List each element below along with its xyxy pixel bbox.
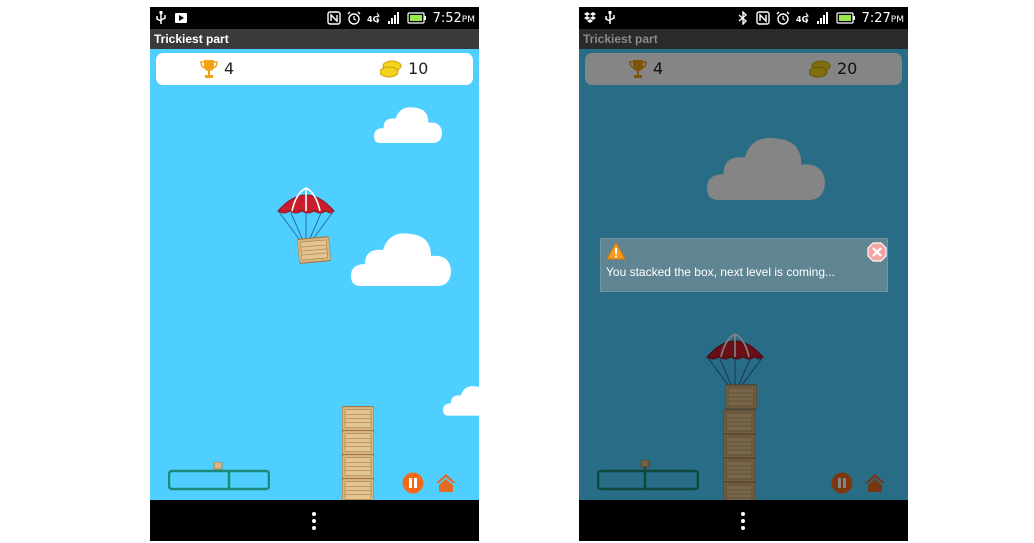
phone-screen-1: 4G 7:52PM Trickiest part 4 10	[150, 7, 479, 541]
score-value: 4	[224, 59, 235, 78]
status-clock: 7:52PM	[432, 10, 475, 26]
nav-bar	[150, 500, 479, 541]
stacked-crate	[342, 478, 374, 500]
coins-value: 10	[408, 59, 429, 78]
game-playfield[interactable]: 4 20 You stacked the box, next level is …	[579, 49, 908, 500]
dialog-message: You stacked the box, next level is comin…	[606, 265, 836, 279]
progress-slider[interactable]	[168, 462, 270, 492]
battery-icon	[406, 12, 426, 24]
nfc-icon	[755, 11, 770, 25]
home-icon[interactable]	[434, 472, 458, 494]
nfc-icon	[326, 11, 341, 25]
hud-bar: 4 10	[156, 53, 473, 85]
phone-screen-2: 4G 7:27PM Trickiest part 4 20 You stacke…	[579, 7, 908, 541]
menu-icon[interactable]	[311, 511, 317, 531]
app-title: Trickiest part	[150, 29, 479, 49]
dropbox-icon	[584, 12, 596, 23]
alarm-icon	[347, 11, 361, 25]
bluetooth-icon	[738, 11, 747, 25]
alarm-icon	[776, 11, 790, 25]
cloud	[443, 382, 479, 418]
status-clock: 7:27PM	[861, 10, 904, 26]
status-bar: 4G 7:27PM	[579, 7, 908, 29]
trophy-icon	[200, 60, 218, 78]
stacked-crate	[342, 454, 374, 479]
play-store-icon	[175, 13, 187, 23]
app-title: Trickiest part	[579, 29, 908, 49]
cloud	[351, 227, 451, 289]
signal-icon	[387, 12, 399, 24]
battery-icon	[835, 12, 855, 24]
nav-bar	[579, 500, 908, 541]
falling-crate	[297, 235, 331, 266]
usb-icon	[156, 11, 166, 24]
close-icon[interactable]	[867, 242, 887, 262]
warning-icon	[606, 242, 626, 260]
4g-icon: 4G	[367, 12, 380, 24]
menu-icon[interactable]	[740, 511, 746, 531]
4g-icon: 4G	[796, 12, 809, 24]
cloud	[374, 103, 442, 145]
stacked-crate	[342, 406, 374, 431]
stacked-crate	[342, 430, 374, 455]
level-complete-dialog: You stacked the box, next level is comin…	[600, 238, 888, 292]
usb-icon	[605, 11, 615, 24]
status-bar: 4G 7:52PM	[150, 7, 479, 29]
pause-icon[interactable]	[402, 472, 424, 494]
coins-icon	[380, 60, 402, 78]
game-playfield[interactable]: 4 10	[150, 49, 479, 500]
signal-icon	[816, 12, 828, 24]
